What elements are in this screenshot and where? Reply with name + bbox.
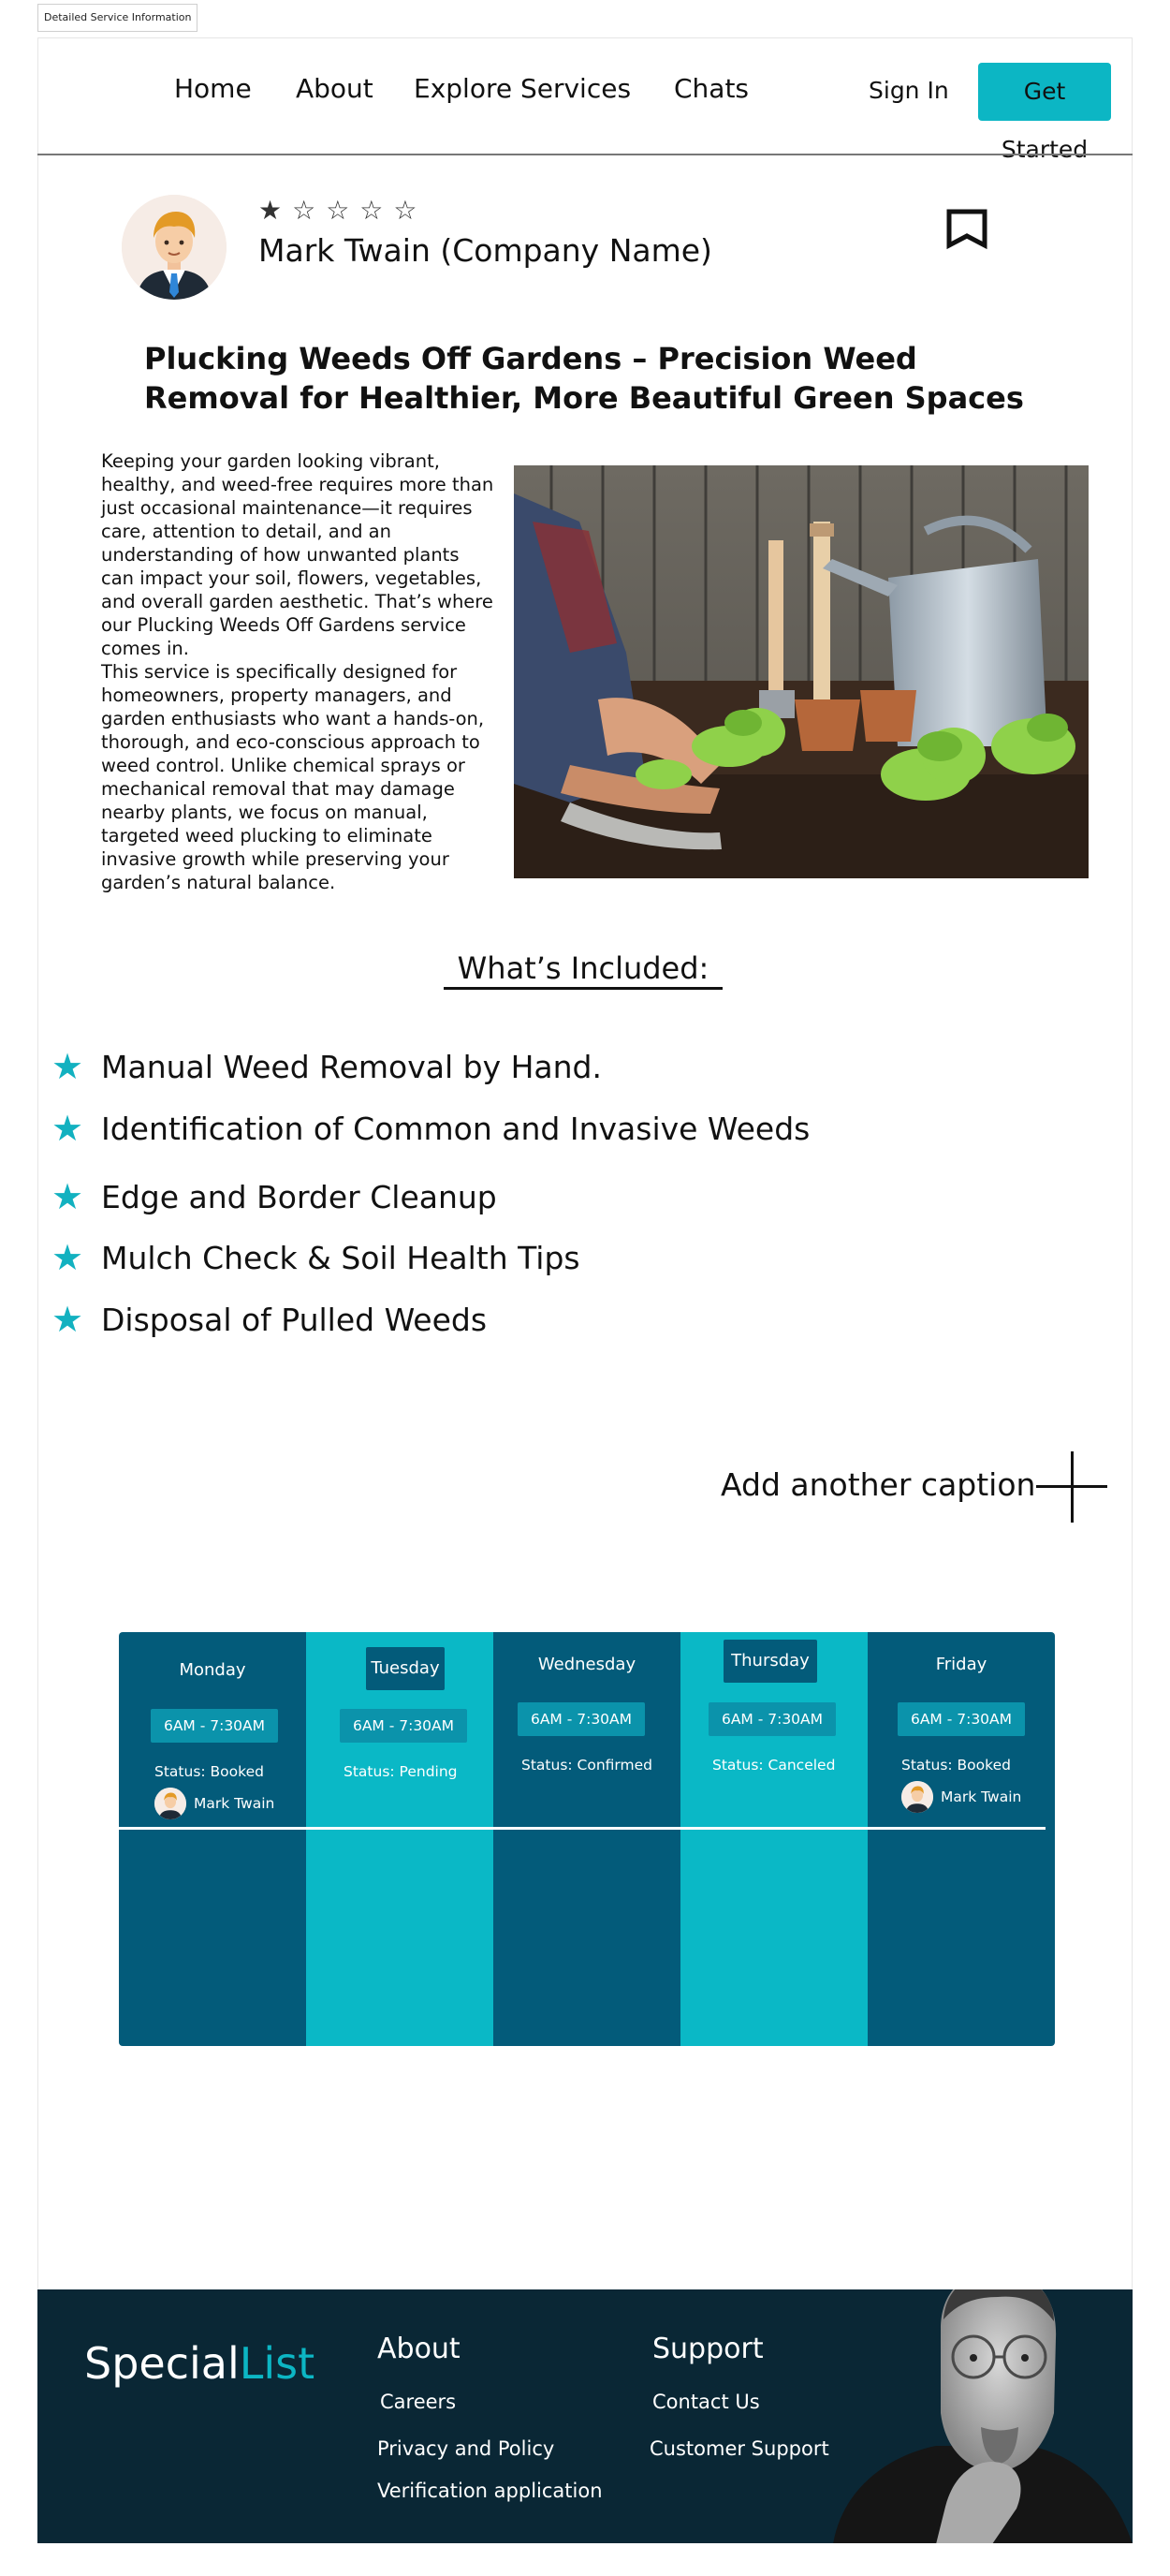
get-started-button[interactable]: Get Started — [978, 63, 1111, 163]
booked-by-name: Mark Twain — [194, 1795, 275, 1812]
booked-by: Mark Twain — [154, 1788, 274, 1819]
header-divider — [37, 154, 1133, 155]
time-slot-button[interactable]: 6AM - 7:30AM — [709, 1702, 836, 1736]
footer: SpecialList About Careers Privacy and Po… — [37, 2289, 1133, 2543]
included-item-label: Edge and Border Cleanup — [101, 1178, 497, 1215]
logo-accent-text: List — [239, 2338, 315, 2389]
star-bullet-icon: ★ — [51, 1176, 84, 1217]
description-paragraph: Keeping your garden looking vibrant, hea… — [101, 450, 494, 659]
schedule-column-tuesday: Tuesday 6AM - 7:30AM Status: Pending — [306, 1632, 493, 2046]
nav-chats[interactable]: Chats — [674, 73, 749, 104]
schedule-column-friday: Friday 6AM - 7:30AM Status: Booked Mark … — [868, 1632, 1055, 2046]
add-caption-label: Add another caption — [721, 1466, 1036, 1503]
booked-by-name: Mark Twain — [941, 1788, 1022, 1805]
day-label: Friday — [935, 1655, 987, 1674]
schedule-column-thursday: Thursday 6AM - 7:30AM Status: Canceled — [680, 1632, 868, 2046]
rating-star-icons[interactable]: ★☆☆☆☆ — [258, 195, 428, 226]
included-heading: What’s Included: — [457, 950, 709, 986]
booked-by: Mark Twain — [901, 1781, 1021, 1813]
schedule-column-wednesday: Wednesday 6AM - 7:30AM Status: Confirmed — [493, 1632, 680, 2046]
footer-link-verification[interactable]: Verification application — [377, 2480, 603, 2502]
add-caption-plus-icon[interactable] — [1071, 1451, 1074, 1523]
gardening-photo — [514, 465, 1089, 878]
rating-stars[interactable]: ★☆☆☆☆ — [258, 195, 428, 226]
included-item-label: Manual Weed Removal by Hand. — [101, 1048, 602, 1085]
star-bullet-icon: ★ — [51, 1237, 84, 1278]
list-item: ★ Disposal of Pulled Weeds — [51, 1299, 487, 1340]
footer-link-customer-support[interactable]: Customer Support — [650, 2437, 829, 2460]
footer-link-privacy[interactable]: Privacy and Policy — [377, 2437, 554, 2460]
included-item-label: Identification of Common and Invasive We… — [101, 1110, 811, 1147]
footer-about-heading: About — [377, 2333, 461, 2365]
star-bullet-icon: ★ — [51, 1046, 84, 1087]
nav-explore-services[interactable]: Explore Services — [414, 73, 631, 104]
time-slot-button[interactable]: 6AM - 7:30AM — [518, 1702, 645, 1736]
frame-label: Detailed Service Information — [37, 4, 198, 32]
nav-home[interactable]: Home — [174, 73, 252, 104]
star-bullet-icon: ★ — [51, 1108, 84, 1149]
status-text: Status: Booked — [901, 1757, 1011, 1774]
list-item: ★ Edge and Border Cleanup — [51, 1176, 497, 1217]
day-label: Wednesday — [537, 1655, 636, 1674]
service-title: Plucking Weeds Off Gardens – Precision W… — [144, 341, 1024, 416]
footer-link-contact[interactable]: Contact Us — [652, 2391, 760, 2413]
logo-main-text: Special — [84, 2338, 240, 2389]
star-bullet-icon: ★ — [51, 1299, 84, 1340]
sign-in-link[interactable]: Sign In — [869, 77, 949, 104]
founder-portrait — [833, 2289, 1133, 2543]
avatar — [122, 195, 227, 300]
included-item-label: Mulch Check & Soil Health Tips — [101, 1239, 580, 1276]
included-item-label: Disposal of Pulled Weeds — [101, 1301, 488, 1338]
day-label: Monday — [179, 1660, 246, 1680]
schedule-divider — [119, 1827, 1046, 1830]
schedule-column-monday: Monday 6AM - 7:30AM Status: Booked Mark … — [119, 1632, 306, 2046]
included-heading-underline — [444, 987, 723, 990]
footer-link-careers[interactable]: Careers — [380, 2391, 456, 2413]
time-slot-button[interactable]: 6AM - 7:30AM — [340, 1709, 467, 1743]
status-text: Status: Booked — [154, 1763, 264, 1780]
description-paragraph: This service is specifically designed fo… — [101, 661, 485, 893]
company-name: Mark Twain (Company Name) — [258, 232, 712, 269]
footer-support-heading: Support — [652, 2333, 764, 2365]
list-item: ★ Manual Weed Removal by Hand. — [51, 1046, 602, 1087]
list-item: ★ Mulch Check & Soil Health Tips — [51, 1237, 580, 1278]
service-description: Keeping your garden looking vibrant, hea… — [101, 449, 494, 894]
specialist-logo[interactable]: SpecialList — [84, 2338, 314, 2389]
avatar — [154, 1788, 186, 1819]
day-label: Thursday — [724, 1640, 817, 1683]
list-item: ★ Identification of Common and Invasive … — [51, 1108, 810, 1149]
time-slot-button[interactable]: 6AM - 7:30AM — [898, 1702, 1025, 1736]
status-text: Status: Confirmed — [521, 1757, 653, 1774]
day-label: Tuesday — [366, 1647, 445, 1690]
nav-about[interactable]: About — [296, 73, 373, 104]
weekly-schedule: Monday 6AM - 7:30AM Status: Booked Mark … — [119, 1632, 1055, 2046]
businessman-avatar-icon — [122, 195, 227, 300]
time-slot-button[interactable]: 6AM - 7:30AM — [151, 1709, 278, 1743]
status-text: Status: Canceled — [712, 1757, 836, 1774]
status-text: Status: Pending — [344, 1763, 458, 1780]
avatar — [901, 1781, 933, 1813]
bookmark-icon[interactable] — [945, 208, 988, 251]
